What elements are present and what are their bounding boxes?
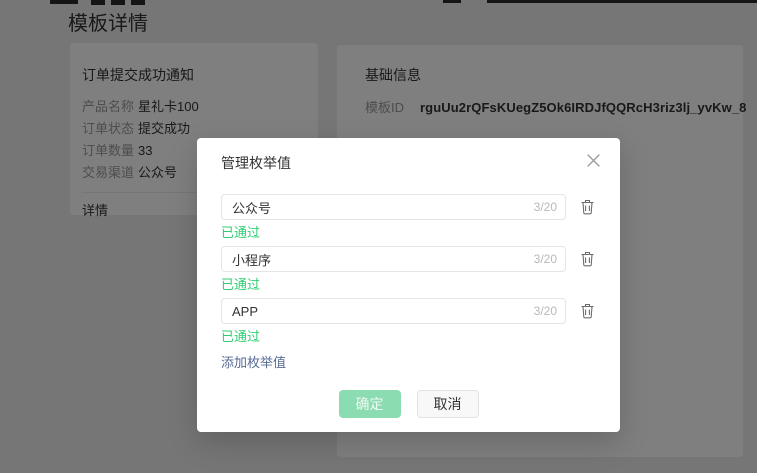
enum-input-wrap: 3/20	[221, 298, 566, 324]
enum-status-approved: 已通过	[221, 276, 596, 293]
dialog-title: 管理枚举值	[221, 138, 596, 173]
delete-enum-button[interactable]	[579, 199, 596, 216]
confirm-button[interactable]: 确定	[339, 390, 401, 418]
enum-item: 3/20 已通过	[221, 194, 596, 241]
cancel-button[interactable]: 取消	[417, 390, 479, 418]
char-counter: 3/20	[534, 200, 557, 214]
trash-icon	[580, 251, 595, 267]
enum-input-wrap: 3/20	[221, 246, 566, 272]
trash-icon	[580, 303, 595, 319]
close-button[interactable]	[582, 149, 604, 171]
dialog-footer: 确定 取消	[221, 390, 596, 418]
add-enum-link[interactable]: 添加枚举值	[221, 354, 286, 371]
trash-icon	[580, 199, 595, 215]
enum-input-wrap: 3/20	[221, 194, 566, 220]
delete-enum-button[interactable]	[579, 303, 596, 320]
delete-enum-button[interactable]	[579, 251, 596, 268]
enum-status-approved: 已通过	[221, 328, 596, 345]
close-icon	[586, 153, 601, 168]
manage-enum-dialog: 管理枚举值 3/20 已通过 3/20	[197, 138, 620, 432]
enum-status-approved: 已通过	[221, 224, 596, 241]
enum-item: 3/20 已通过	[221, 298, 596, 345]
enum-value-input[interactable]	[221, 194, 566, 220]
char-counter: 3/20	[534, 252, 557, 266]
enum-value-input[interactable]	[221, 246, 566, 272]
enum-value-input[interactable]	[221, 298, 566, 324]
enum-item: 3/20 已通过	[221, 246, 596, 293]
char-counter: 3/20	[534, 304, 557, 318]
